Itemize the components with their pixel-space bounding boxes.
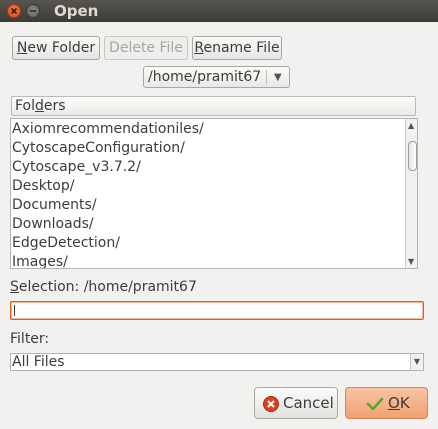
list-item[interactable]: Images/ bbox=[12, 253, 68, 268]
window-title: Open bbox=[54, 2, 99, 20]
delete-file-label: Delete File bbox=[109, 40, 183, 56]
cancel-button[interactable]: Cancel bbox=[254, 387, 338, 419]
folders-header-rest: ers bbox=[43, 98, 66, 114]
text-caret bbox=[14, 305, 15, 316]
minimize-window-button[interactable] bbox=[26, 4, 40, 18]
filter-dropdown[interactable]: All Files ▼ bbox=[10, 353, 424, 371]
cancel-icon bbox=[263, 396, 279, 412]
folders-header-mnemonic: d bbox=[35, 98, 44, 114]
ok-label: OK bbox=[388, 388, 410, 418]
close-icon bbox=[10, 7, 18, 15]
chevron-down-icon: ▼ bbox=[410, 354, 423, 370]
open-dialog: Open New Folder Delete File Rename File … bbox=[0, 0, 438, 429]
filter-dropdown-value: All Files bbox=[12, 354, 65, 370]
new-folder-label: ew Folder bbox=[27, 40, 96, 56]
rename-file-button[interactable]: Rename File bbox=[192, 36, 282, 60]
close-window-button[interactable] bbox=[7, 4, 21, 18]
path-dropdown[interactable]: /home/pramit67 ▼ bbox=[143, 66, 290, 88]
ok-button[interactable]: OK bbox=[345, 387, 428, 419]
scroll-down-arrow-icon[interactable]: ▼ bbox=[408, 257, 414, 266]
folders-list[interactable]: Axiomrecommendationiles/ CytoscapeConfig… bbox=[10, 118, 418, 269]
rename-file-label: ename File bbox=[203, 40, 280, 56]
title-bar[interactable]: Open bbox=[0, 0, 438, 22]
selection-label-text: election: /home/pramit67 bbox=[18, 279, 197, 295]
folders-header-prefix: Fol bbox=[15, 98, 36, 114]
selection-label: Selection: /home/pramit67 bbox=[10, 279, 197, 295]
selection-label-mnemonic: S bbox=[10, 279, 19, 295]
ok-label-mnemonic: O bbox=[388, 394, 400, 412]
checkmark-icon bbox=[366, 397, 384, 411]
filter-label: Filter: bbox=[10, 331, 50, 347]
minimize-icon bbox=[30, 10, 36, 12]
selection-input[interactable] bbox=[10, 301, 424, 322]
list-item[interactable]: Documents/ bbox=[12, 196, 97, 215]
chevron-down-icon: ▼ bbox=[274, 72, 282, 83]
path-dropdown-separator bbox=[266, 70, 267, 84]
selection-input-field[interactable] bbox=[11, 305, 423, 322]
folders-column-header[interactable]: Folders bbox=[11, 96, 416, 116]
list-item[interactable]: Cytoscape_v3.7.2/ bbox=[12, 158, 141, 177]
vertical-scrollbar[interactable]: ▲ ▼ bbox=[405, 119, 417, 268]
list-item[interactable]: Downloads/ bbox=[12, 215, 94, 234]
new-folder-button[interactable]: New Folder bbox=[12, 36, 100, 60]
ok-label-rest: K bbox=[399, 394, 410, 412]
delete-file-button[interactable]: Delete File bbox=[104, 36, 188, 60]
new-folder-mnemonic: N bbox=[16, 40, 28, 56]
list-item[interactable]: CytoscapeConfiguration/ bbox=[12, 139, 185, 158]
list-item[interactable]: Desktop/ bbox=[12, 177, 74, 196]
path-dropdown-value: /home/pramit67 bbox=[148, 69, 262, 85]
cancel-label: Cancel bbox=[283, 394, 334, 412]
list-item[interactable]: EdgeDetection/ bbox=[12, 234, 120, 253]
scroll-up-arrow-icon[interactable]: ▲ bbox=[408, 121, 414, 130]
scrollbar-thumb[interactable] bbox=[408, 141, 417, 171]
list-item[interactable]: Axiomrecommendationiles/ bbox=[12, 120, 204, 139]
